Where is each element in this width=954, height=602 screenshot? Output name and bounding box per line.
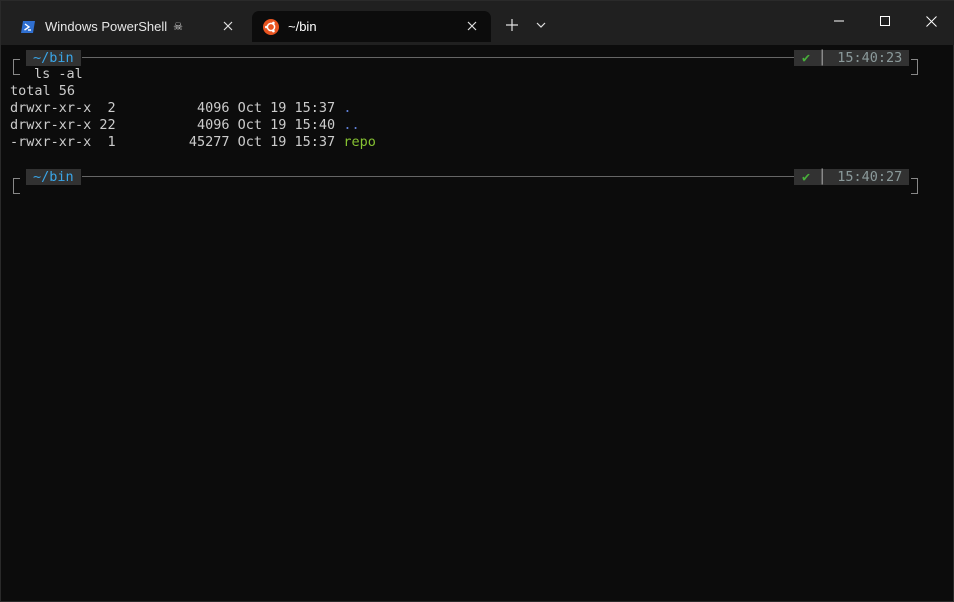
new-tab-button[interactable] [499,12,525,38]
check-icon: ✔ [802,169,811,185]
links: 22 [99,117,116,133]
powershell-icon [20,19,36,35]
prompt-time: 15:40:27 [837,169,903,185]
list-row: -rwxr-xr-x 1 45277 Oct 19 15:37 repo [10,134,376,151]
tab-label: ~/bin [288,19,317,34]
command-text: ls -al [34,66,83,82]
total-line: total 56 [10,83,76,99]
cwd-segment: ~/bin [26,50,81,66]
prompt-frame-left [13,59,20,75]
perms: drwxr-xr-x [10,100,92,116]
size: 45277 [188,134,230,150]
plus-icon [506,19,518,31]
links: 2 [99,100,116,116]
date: Oct 19 15:37 [237,100,336,116]
close-icon [925,15,937,27]
tab-windows-powershell[interactable]: Windows PowerShell ☠ [9,11,247,42]
terminal-pane[interactable]: ~/bin ✔ │ 15:40:23 ls -al total 56 drwxr… [1,45,953,601]
prompt-frame-right [911,178,918,194]
close-tab-icon[interactable] [220,18,236,34]
file-name: repo [343,134,376,150]
prompt-frame-right [911,59,918,75]
date: Oct 19 15:37 [237,134,336,150]
prompt-time: 15:40:23 [837,50,903,66]
close-window-button[interactable] [908,1,954,41]
file-name: . [343,100,352,116]
cwd-segment: ~/bin [26,169,81,185]
ubuntu-icon [263,18,279,35]
maximize-button[interactable] [862,1,908,41]
check-icon: ✔ [802,50,811,66]
minimize-icon [834,20,844,22]
separator: │ [818,50,827,66]
list-row: drwxr-xr-x 22 4096 Oct 19 15:40 .. [10,117,360,134]
status-segment: ✔ │ 15:40:27 [794,169,910,185]
tab-dropdown-button[interactable] [529,12,553,38]
size: 4096 [196,117,230,133]
size: 4096 [196,100,230,116]
tab-label: Windows PowerShell [45,19,168,34]
links: 1 [99,134,116,150]
skull-icon: ☠ [173,21,183,33]
date: Oct 19 15:40 [237,117,336,133]
file-name: .. [343,117,360,133]
prompt-frame-left [13,178,20,194]
perms: -rwxr-xr-x [10,134,92,150]
status-segment: ✔ │ 15:40:23 [794,50,910,66]
prompt-rule [82,57,794,58]
minimize-button[interactable] [816,1,862,41]
separator: │ [818,169,827,185]
prompt-rule [82,176,794,177]
tab-bin[interactable]: ~/bin [252,11,491,42]
perms: drwxr-xr-x [10,117,92,133]
maximize-icon [880,16,890,26]
close-tab-icon[interactable] [464,18,480,34]
title-bar: Windows PowerShell ☠ ~/bin [1,1,954,45]
chevron-down-icon [536,22,546,28]
list-row: drwxr-xr-x 2 4096 Oct 19 15:37 . [10,100,351,117]
terminal-window: Windows PowerShell ☠ ~/bin ~/bin ✔ │ 15:… [0,0,954,602]
